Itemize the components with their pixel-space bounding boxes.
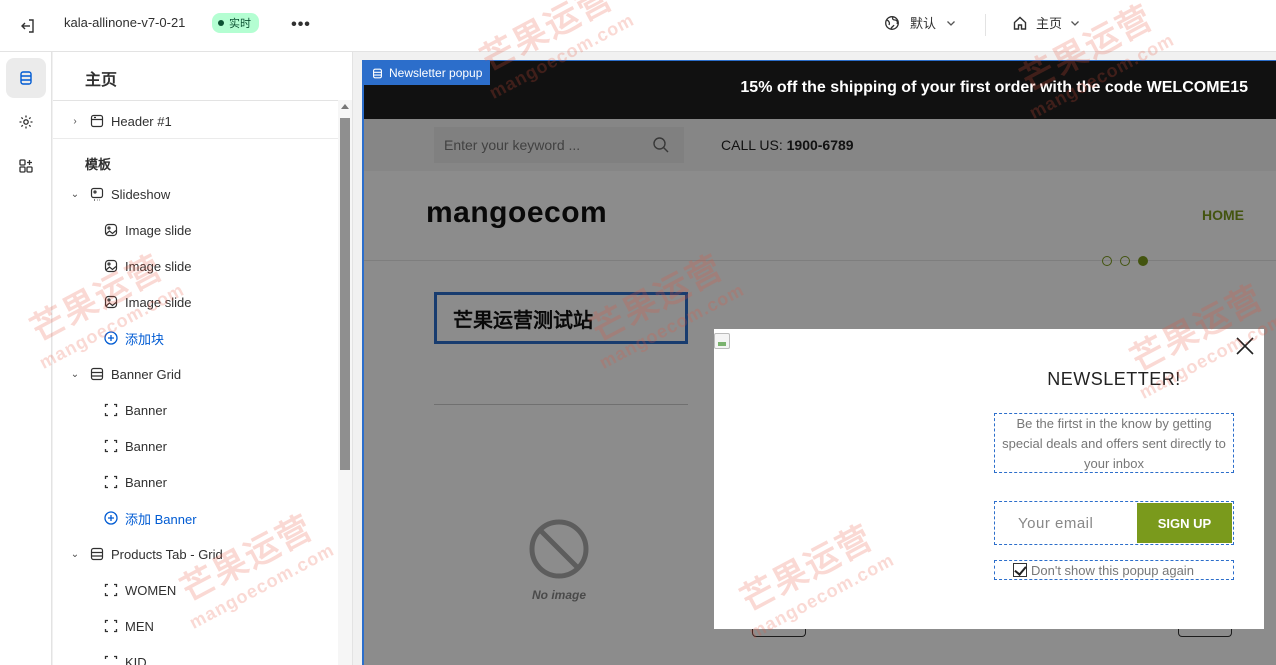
chevron-down-icon bbox=[947, 20, 955, 26]
header-section-item[interactable]: › Header #1 bbox=[53, 104, 338, 138]
email-field[interactable]: Your email bbox=[996, 503, 1138, 543]
grid-section-icon bbox=[89, 366, 105, 382]
status-badge: 实时 bbox=[212, 13, 259, 33]
default-label: 默认 bbox=[910, 16, 937, 31]
plus-circle-icon bbox=[103, 330, 119, 346]
divider bbox=[53, 138, 338, 139]
block-label: Image slide bbox=[125, 258, 192, 274]
image-icon bbox=[103, 222, 119, 238]
template-label: 模板 bbox=[85, 157, 112, 172]
newsletter-form: Your email SIGN UP bbox=[994, 501, 1234, 545]
theme-settings-button[interactable] bbox=[6, 102, 46, 142]
add-banner-label: 添加 Banner bbox=[125, 511, 197, 527]
block-label: WOMEN bbox=[125, 582, 177, 598]
banner-block-icon bbox=[103, 474, 119, 490]
chevron-right-icon[interactable]: › bbox=[69, 116, 81, 127]
header-section-label: Header #1 bbox=[111, 113, 172, 129]
status-badge-label: 实时 bbox=[229, 18, 251, 30]
section-tag[interactable]: Newsletter popup bbox=[364, 61, 491, 85]
section-item-products-tab[interactable]: ⌄ Products Tab - Grid bbox=[53, 537, 338, 571]
block-label: Banner bbox=[125, 402, 167, 418]
block-item-tab[interactable]: WOMEN bbox=[53, 573, 338, 607]
block-item-image-slide[interactable]: Image slide bbox=[53, 285, 338, 319]
sections-icon bbox=[373, 68, 382, 78]
announcement-text: 15% off the shipping of your first order… bbox=[740, 79, 1248, 96]
section-item-slideshow[interactable]: ⌄ Slideshow bbox=[53, 177, 338, 211]
section-tag-label: Newsletter popup bbox=[389, 66, 483, 80]
block-item-image-slide[interactable]: Image slide bbox=[53, 249, 338, 283]
block-item-tab[interactable]: KID bbox=[53, 645, 338, 665]
theme-name: kala-allinone-v7-0-21 bbox=[64, 15, 186, 30]
broken-image-icon bbox=[714, 333, 730, 349]
scrollbar-thumb[interactable] bbox=[340, 118, 350, 470]
theme-setting-selector[interactable]: 默认 bbox=[884, 13, 956, 32]
block-label: Banner bbox=[125, 438, 167, 454]
more-actions-button[interactable]: ••• bbox=[288, 12, 314, 38]
block-label: Image slide bbox=[125, 222, 192, 238]
dont-show-checkbox[interactable]: Don't show this popup again bbox=[994, 560, 1234, 580]
header-layout-icon bbox=[89, 113, 105, 129]
checkbox-checked-icon[interactable] bbox=[1013, 563, 1027, 577]
block-item-banner[interactable]: Banner bbox=[53, 429, 338, 463]
block-label: Banner bbox=[125, 474, 167, 490]
plus-circle-icon bbox=[103, 510, 119, 526]
block-item-image-slide[interactable]: Image slide bbox=[53, 213, 338, 247]
newsletter-popup: NEWSLETTER! Be the firtst in the know by… bbox=[714, 329, 1264, 629]
image-icon bbox=[103, 294, 119, 310]
add-block-button[interactable]: 添加块 bbox=[53, 321, 338, 355]
panel-title: 主页 bbox=[85, 72, 118, 89]
block-label: Image slide bbox=[125, 294, 192, 310]
sections-button[interactable] bbox=[6, 58, 46, 98]
add-banner-button[interactable]: 添加 Banner bbox=[53, 501, 338, 535]
chevron-down-icon[interactable]: ⌄ bbox=[69, 189, 81, 200]
sections-panel: 主页 › Header #1 模板 ⌄ Slideshow Image slid… bbox=[53, 52, 353, 665]
signup-button[interactable]: SIGN UP bbox=[1137, 503, 1232, 543]
block-item-banner[interactable]: Banner bbox=[53, 465, 338, 499]
popup-title: NEWSLETTER! bbox=[1047, 369, 1181, 389]
close-icon[interactable] bbox=[1234, 335, 1256, 357]
block-item-banner[interactable]: Banner bbox=[53, 393, 338, 427]
block-label: MEN bbox=[125, 618, 154, 634]
left-rail bbox=[0, 52, 52, 665]
banner-block-icon bbox=[103, 438, 119, 454]
section-label: Slideshow bbox=[111, 186, 171, 202]
popup-description: Be the firtst in the know by getting spe… bbox=[994, 413, 1234, 473]
top-bar: kala-allinone-v7-0-21 实时 ••• 默认 主页 bbox=[0, 0, 1276, 52]
announcement-bar: 15% off the shipping of your first order… bbox=[364, 61, 1276, 119]
section-label: Banner Grid bbox=[111, 366, 182, 382]
divider bbox=[985, 14, 986, 36]
sections-icon bbox=[20, 71, 32, 85]
page-selector[interactable]: 主页 bbox=[1012, 13, 1080, 32]
scroll-up-icon[interactable] bbox=[341, 104, 349, 109]
image-icon bbox=[103, 258, 119, 274]
apps-icon bbox=[19, 159, 33, 173]
block-label: KID bbox=[125, 654, 147, 665]
banner-block-icon bbox=[103, 402, 119, 418]
chevron-down-icon[interactable]: ⌄ bbox=[69, 549, 81, 560]
apps-button[interactable] bbox=[6, 146, 46, 186]
chevron-down-icon[interactable]: ⌄ bbox=[69, 369, 81, 380]
gear-icon bbox=[19, 115, 33, 129]
tab-block-icon bbox=[103, 618, 119, 634]
grid-section-icon bbox=[89, 546, 105, 562]
add-block-label: 添加块 bbox=[125, 331, 165, 347]
tab-block-icon bbox=[103, 654, 119, 665]
exit-icon[interactable] bbox=[14, 12, 42, 40]
block-item-tab[interactable]: MEN bbox=[53, 609, 338, 643]
live-dot-icon bbox=[218, 20, 224, 26]
divider bbox=[53, 100, 338, 101]
chevron-down-icon bbox=[1071, 20, 1079, 26]
storefront-preview: Newsletter popup 15% off the shipping of… bbox=[362, 60, 1276, 665]
dont-show-label: Don't show this popup again bbox=[1031, 562, 1194, 578]
globe-icon bbox=[885, 15, 899, 30]
section-label: Products Tab - Grid bbox=[111, 546, 223, 562]
page-label: 主页 bbox=[1036, 16, 1063, 31]
home-icon bbox=[1013, 16, 1027, 30]
tab-block-icon bbox=[103, 582, 119, 598]
section-item-banner-grid[interactable]: ⌄ Banner Grid bbox=[53, 357, 338, 391]
slideshow-icon bbox=[89, 186, 105, 202]
